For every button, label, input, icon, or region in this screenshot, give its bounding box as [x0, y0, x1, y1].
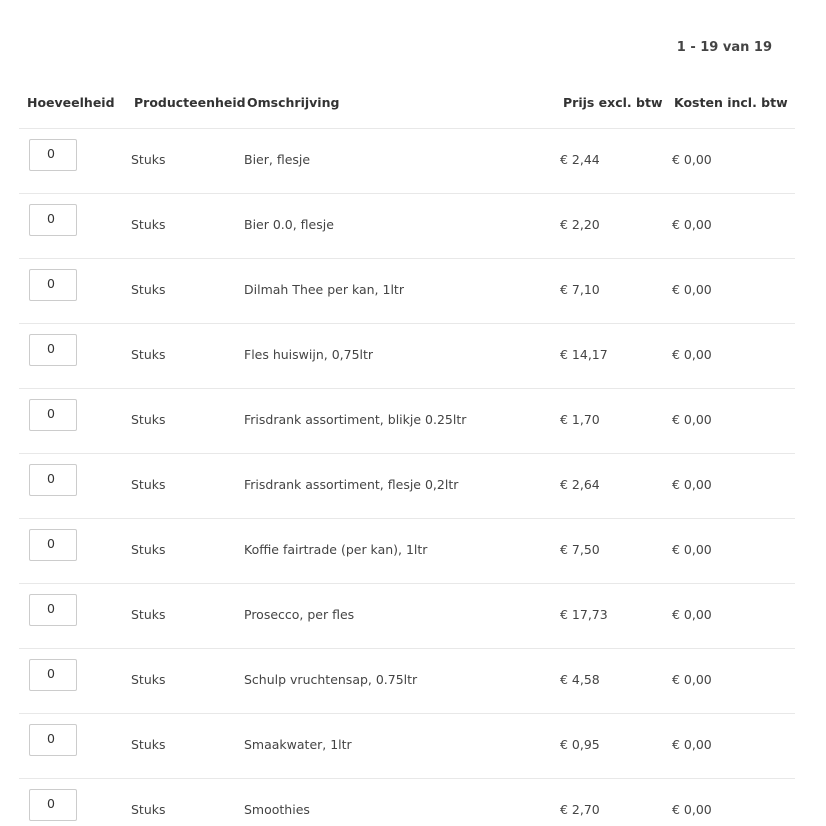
unit-cell: Stuks: [131, 542, 166, 557]
description-cell: Dilmah Thee per kan, 1ltr: [244, 282, 404, 297]
quantity-input[interactable]: [29, 334, 77, 366]
header-price: Prijs excl. btw: [563, 95, 663, 110]
cost-cell: € 0,00: [672, 477, 712, 492]
description-cell: Smaakwater, 1ltr: [244, 737, 352, 752]
unit-cell: Stuks: [131, 607, 166, 622]
unit-cell: Stuks: [131, 802, 166, 817]
description-cell: Smoothies: [244, 802, 310, 817]
quantity-input[interactable]: [29, 724, 77, 756]
table-row: Stuks Frisdrank assortiment, flesje 0,2l…: [19, 454, 795, 519]
price-cell: € 2,64: [560, 477, 600, 492]
table-row: Stuks Bier 0.0, flesje € 2,20 € 0,00: [19, 194, 795, 259]
unit-cell: Stuks: [131, 282, 166, 297]
price-cell: € 14,17: [560, 347, 608, 362]
pagination-summary: 1 - 19 van 19: [676, 40, 772, 55]
description-cell: Schulp vruchtensap, 0.75ltr: [244, 672, 418, 687]
quantity-input[interactable]: [29, 529, 77, 561]
description-cell: Bier, flesje: [244, 152, 311, 167]
cost-cell: € 0,00: [672, 152, 712, 167]
table-row: Stuks Dilmah Thee per kan, 1ltr € 7,10 €…: [19, 259, 795, 324]
price-cell: € 4,58: [560, 672, 600, 687]
table-row: Stuks Fles huiswijn, 0,75ltr € 14,17 € 0…: [19, 324, 795, 389]
cost-cell: € 0,00: [672, 737, 712, 752]
price-cell: € 1,70: [560, 412, 600, 427]
price-cell: € 17,73: [560, 607, 608, 622]
price-cell: € 7,50: [560, 542, 600, 557]
cost-cell: € 0,00: [672, 802, 712, 817]
unit-cell: Stuks: [131, 217, 166, 232]
unit-cell: Stuks: [131, 412, 166, 427]
quantity-input[interactable]: [29, 464, 77, 496]
quantity-input[interactable]: [29, 399, 77, 431]
quantity-input[interactable]: [29, 139, 77, 171]
cost-cell: € 0,00: [672, 347, 712, 362]
description-cell: Frisdrank assortiment, blikje 0.25ltr: [244, 412, 467, 427]
table-row: Stuks Smaakwater, 1ltr € 0,95 € 0,00: [19, 714, 795, 779]
quantity-input[interactable]: [29, 204, 77, 236]
unit-cell: Stuks: [131, 152, 166, 167]
quantity-input[interactable]: [29, 594, 77, 626]
table-row: Stuks Schulp vruchtensap, 0.75ltr € 4,58…: [19, 649, 795, 714]
header-cost: Kosten incl. btw: [674, 95, 788, 110]
cost-cell: € 0,00: [672, 412, 712, 427]
table-body: Stuks Bier, flesje € 2,44 € 0,00 Stuks B…: [19, 129, 795, 826]
price-cell: € 2,70: [560, 802, 600, 817]
header-quantity: Hoeveelheid: [27, 95, 115, 110]
table-row: Stuks Frisdrank assortiment, blikje 0.25…: [19, 389, 795, 454]
description-cell: Frisdrank assortiment, flesje 0,2ltr: [244, 477, 459, 492]
price-cell: € 2,44: [560, 152, 600, 167]
header-description: Omschrijving: [247, 95, 340, 110]
table-row: Stuks Prosecco, per fles € 17,73 € 0,00: [19, 584, 795, 649]
cost-cell: € 0,00: [672, 542, 712, 557]
price-cell: € 0,95: [560, 737, 600, 752]
unit-cell: Stuks: [131, 477, 166, 492]
table-header: Hoeveelheid Producteenheid Omschrijving …: [19, 95, 795, 129]
cost-cell: € 0,00: [672, 672, 712, 687]
cost-cell: € 0,00: [672, 282, 712, 297]
quantity-input[interactable]: [29, 269, 77, 301]
cost-cell: € 0,00: [672, 217, 712, 232]
description-cell: Fles huiswijn, 0,75ltr: [244, 347, 374, 362]
price-cell: € 7,10: [560, 282, 600, 297]
quantity-input[interactable]: [29, 659, 77, 691]
description-cell: Prosecco, per fles: [244, 607, 355, 622]
description-cell: Koffie fairtrade (per kan), 1ltr: [244, 542, 428, 557]
table-row: Stuks Smoothies € 2,70 € 0,00: [19, 779, 795, 826]
cost-cell: € 0,00: [672, 607, 712, 622]
table-row: Stuks Bier, flesje € 2,44 € 0,00: [19, 129, 795, 194]
order-page: 1 - 19 van 19 Hoeveelheid Producteenheid…: [0, 0, 826, 826]
price-cell: € 2,20: [560, 217, 600, 232]
quantity-input[interactable]: [29, 789, 77, 821]
unit-cell: Stuks: [131, 672, 166, 687]
description-cell: Bier 0.0, flesje: [244, 217, 334, 232]
table-row: Stuks Koffie fairtrade (per kan), 1ltr €…: [19, 519, 795, 584]
unit-cell: Stuks: [131, 347, 166, 362]
unit-cell: Stuks: [131, 737, 166, 752]
header-unit: Producteenheid: [134, 95, 246, 110]
